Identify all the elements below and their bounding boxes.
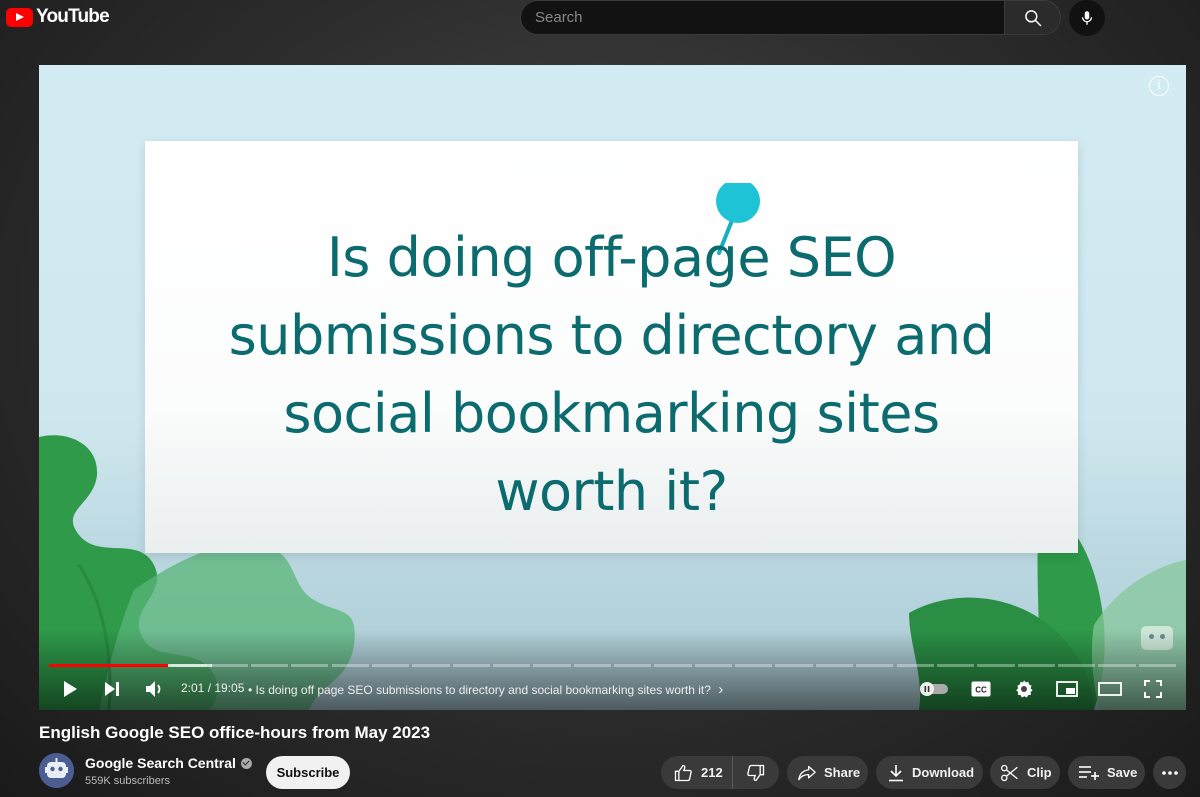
chapter-segment[interactable] bbox=[1017, 664, 1055, 667]
chapter-segment[interactable] bbox=[452, 664, 490, 667]
microphone-icon bbox=[1081, 11, 1093, 25]
add-to-playlist-icon bbox=[1079, 765, 1099, 780]
chapter-segment[interactable] bbox=[1098, 664, 1136, 667]
volume-button[interactable] bbox=[143, 677, 167, 701]
more-actions-button[interactable] bbox=[1153, 756, 1186, 789]
voice-search-button[interactable] bbox=[1069, 0, 1105, 36]
download-icon bbox=[889, 764, 903, 781]
youtube-logo[interactable]: YouTube bbox=[6, 6, 110, 28]
chevron-right-icon: › bbox=[718, 681, 724, 698]
video-player[interactable]: i Is doing off-page SEO submissions to d… bbox=[39, 65, 1186, 710]
theater-icon bbox=[1098, 682, 1122, 696]
chapter-segment[interactable] bbox=[977, 664, 1015, 667]
channel-name-text: Google Search Central bbox=[85, 755, 236, 771]
time-display: 2:01 / 19:05 bbox=[181, 681, 245, 695]
search-icon bbox=[1024, 9, 1041, 26]
scissors-icon bbox=[1000, 764, 1018, 781]
video-title: English Google SEO office-hours from May… bbox=[39, 723, 431, 742]
next-icon bbox=[105, 682, 119, 696]
autoplay-toggle-icon bbox=[920, 682, 948, 696]
subscriber-count: 559K subscribers bbox=[85, 775, 170, 787]
like-count: 212 bbox=[701, 765, 723, 780]
chapter-segment[interactable] bbox=[936, 664, 975, 667]
chapter-segment[interactable] bbox=[492, 664, 531, 667]
chapter-segment[interactable] bbox=[614, 664, 652, 667]
clip-button[interactable]: Clip bbox=[990, 756, 1060, 789]
chapter-segment[interactable] bbox=[291, 664, 329, 667]
progress-played bbox=[49, 664, 169, 667]
robot-avatar-icon bbox=[39, 753, 74, 788]
slide-line: worth it? bbox=[495, 460, 728, 523]
save-label: Save bbox=[1107, 765, 1138, 780]
settings-button[interactable] bbox=[1013, 677, 1035, 701]
autoplay-toggle[interactable] bbox=[919, 677, 949, 701]
progress-bar[interactable] bbox=[49, 664, 1176, 667]
play-button[interactable] bbox=[59, 677, 81, 701]
youtube-play-logo-icon bbox=[6, 7, 33, 27]
cc-icon: CC bbox=[971, 681, 991, 697]
fullscreen-icon bbox=[1144, 680, 1162, 698]
miniplayer-button[interactable] bbox=[1056, 677, 1078, 701]
chapter-segment[interactable] bbox=[371, 664, 410, 667]
slide-line: submissions to directory and bbox=[228, 304, 995, 367]
chapter-segment[interactable] bbox=[1138, 664, 1176, 667]
search-button[interactable] bbox=[1004, 0, 1061, 35]
channel-avatar[interactable] bbox=[39, 753, 74, 788]
chapter-segment[interactable] bbox=[250, 664, 289, 667]
share-label: Share bbox=[824, 765, 861, 780]
top-bar: YouTube bbox=[0, 0, 1200, 36]
thumbs-up-icon bbox=[674, 764, 692, 781]
like-button[interactable]: 212 bbox=[661, 756, 733, 789]
fullscreen-button[interactable] bbox=[1142, 677, 1164, 701]
share-arrow-icon bbox=[798, 765, 816, 780]
play-icon bbox=[64, 681, 77, 697]
settings-icon bbox=[1016, 680, 1033, 698]
chapter-label: • Is doing off page SEO submissions to d… bbox=[248, 683, 711, 697]
miniplayer-icon bbox=[1056, 681, 1078, 697]
chapter-segment[interactable] bbox=[856, 664, 894, 667]
svg-text:CC: CC bbox=[975, 686, 987, 695]
chapter-segment[interactable] bbox=[533, 664, 571, 667]
next-button[interactable] bbox=[101, 677, 123, 701]
chapter-segment[interactable] bbox=[1057, 664, 1096, 667]
search-input[interactable] bbox=[535, 9, 1005, 26]
chapter-segment[interactable] bbox=[412, 664, 450, 667]
chapter-segment[interactable] bbox=[775, 664, 813, 667]
logo-text: YouTube bbox=[36, 6, 110, 27]
verified-check-icon bbox=[240, 757, 252, 769]
download-button[interactable]: Download bbox=[876, 756, 983, 789]
volume-icon bbox=[146, 681, 161, 697]
chapter-segment[interactable] bbox=[331, 664, 369, 667]
chapter-segment[interactable] bbox=[654, 664, 692, 667]
clip-label: Clip bbox=[1027, 765, 1052, 780]
slide-line: social bookmarking sites bbox=[283, 382, 940, 445]
slide-line: Is doing off-page SEO bbox=[326, 226, 897, 289]
dislike-button[interactable] bbox=[733, 756, 779, 789]
subscribe-button[interactable]: Subscribe bbox=[266, 756, 350, 789]
save-button[interactable]: Save bbox=[1068, 756, 1145, 789]
chapter-title[interactable]: • Is doing off page SEO submissions to d… bbox=[248, 681, 723, 698]
chapter-segment[interactable] bbox=[896, 664, 934, 667]
thumbs-down-icon bbox=[747, 764, 765, 781]
search-box bbox=[520, 0, 1005, 35]
captions-button[interactable]: CC bbox=[970, 677, 992, 701]
like-dislike-group: 212 bbox=[661, 756, 779, 789]
chapter-segment[interactable] bbox=[694, 664, 733, 667]
slide-question: Is doing off-page SEO submissions to dir… bbox=[145, 219, 1078, 531]
more-horizontal-icon bbox=[1161, 770, 1178, 775]
info-button[interactable]: i bbox=[1149, 76, 1169, 96]
share-button[interactable]: Share bbox=[787, 756, 868, 789]
chapter-segment[interactable] bbox=[210, 664, 248, 667]
theater-mode-button[interactable] bbox=[1098, 677, 1122, 701]
download-label: Download bbox=[912, 765, 975, 780]
chapter-segment[interactable] bbox=[735, 664, 773, 667]
slide-card: Is doing off-page SEO submissions to dir… bbox=[145, 141, 1078, 553]
chapter-segment[interactable] bbox=[573, 664, 611, 667]
channel-name[interactable]: Google Search Central bbox=[85, 755, 252, 771]
progress-buffer bbox=[168, 664, 213, 667]
chapter-segment[interactable] bbox=[815, 664, 854, 667]
